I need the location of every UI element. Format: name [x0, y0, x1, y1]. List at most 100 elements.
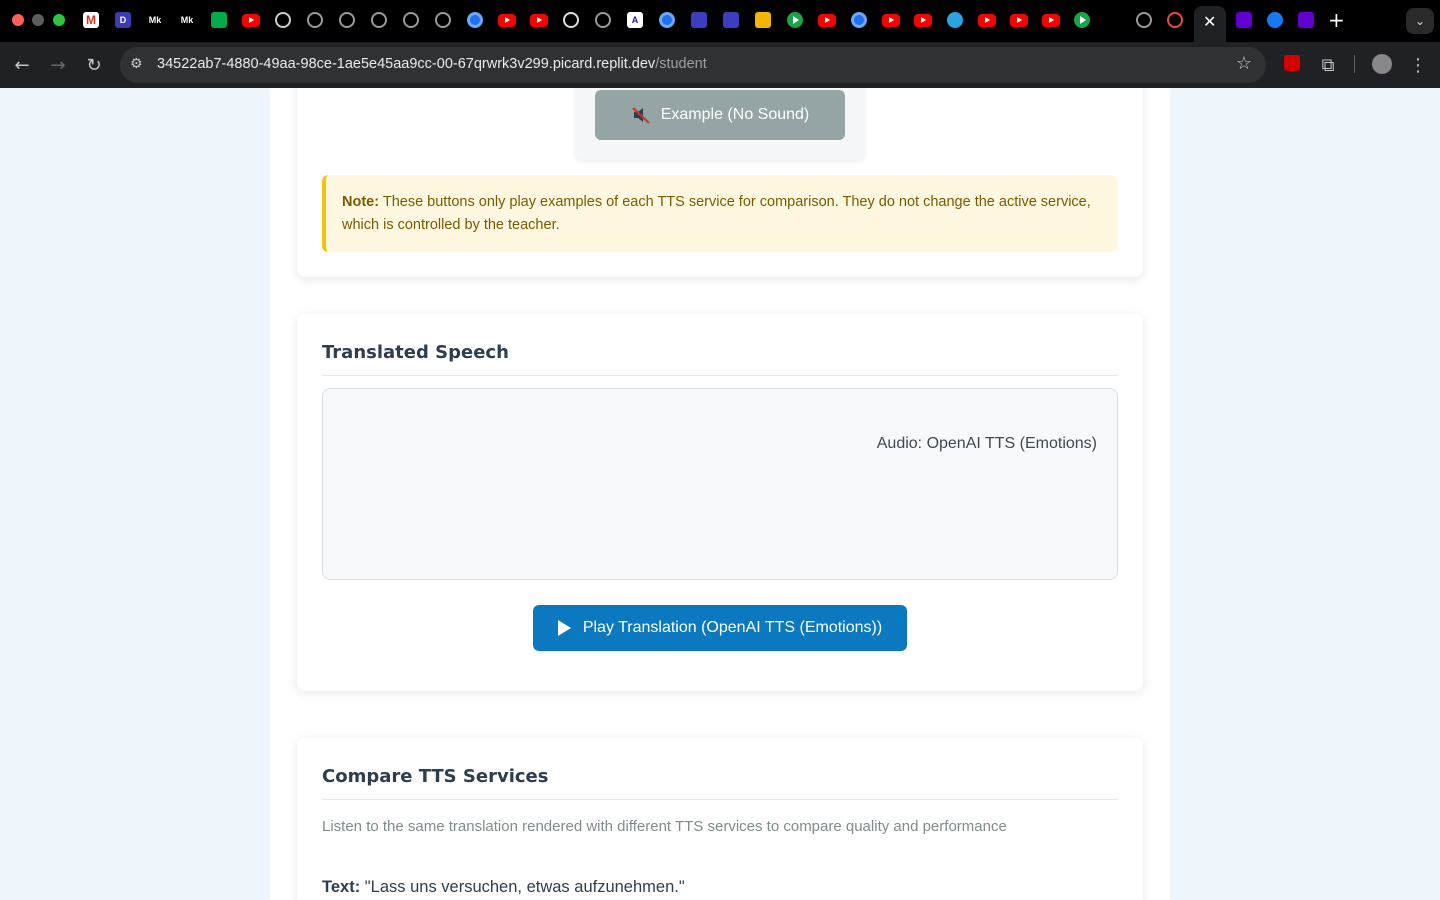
tab-globe-2[interactable]	[337, 10, 357, 30]
tab-d[interactable]: D	[113, 10, 133, 30]
youtube-icon	[1042, 13, 1060, 27]
tab-green-1[interactable]	[785, 10, 805, 30]
translated-speech-card: Translated Speech Audio: OpenAI TTS (Emo…	[297, 314, 1143, 691]
tab-openai[interactable]	[561, 10, 581, 30]
title-divider	[322, 799, 1118, 800]
tab-globe-7[interactable]	[1134, 10, 1154, 30]
text-label: Text:	[322, 878, 361, 896]
youtube-icon	[1010, 13, 1028, 27]
tab-globe-5[interactable]	[433, 10, 453, 30]
new-tab-button[interactable]: +	[1328, 8, 1345, 32]
example-service-box: Example (No Sound)	[575, 88, 865, 160]
back-button[interactable]: ←	[10, 53, 34, 77]
play-translation-button[interactable]: Play Translation (OpenAI TTS (Emotions))	[533, 605, 907, 651]
youtube-icon	[818, 13, 836, 27]
tts-examples-card: Example (No Sound) Note: These buttons o…	[297, 88, 1143, 277]
tab-youtube-8[interactable]	[1009, 10, 1029, 30]
close-window-button[interactable]	[12, 14, 24, 26]
tab-youtube-9[interactable]	[1041, 10, 1061, 30]
tab-globe-3[interactable]	[369, 10, 389, 30]
url-text[interactable]: 34522ab7-4880-49aa-98ce-1ae5e45aa9cc-00-…	[157, 56, 707, 72]
page-viewport: Example (No Sound) Note: These buttons o…	[0, 88, 1440, 900]
site-settings-icon[interactable]: ⚙	[130, 56, 143, 72]
reload-button[interactable]: ↻	[82, 53, 106, 77]
facebook-icon	[1267, 12, 1283, 28]
play-translation-label: Play Translation (OpenAI TTS (Emotions))	[582, 619, 883, 636]
extension-red-icon[interactable]	[1284, 55, 1300, 71]
tab-record[interactable]	[1165, 10, 1185, 30]
gmail-icon: M	[83, 12, 99, 28]
youtube-icon	[530, 13, 548, 27]
example-no-sound-button[interactable]: Example (No Sound)	[595, 90, 845, 140]
yahoo-icon	[1236, 12, 1252, 28]
muted-speaker-icon	[631, 105, 651, 125]
tab-youtube-2[interactable]	[497, 10, 517, 30]
globe-icon	[595, 12, 611, 28]
tab-facebook[interactable]	[1265, 10, 1285, 30]
menu-kebab-icon[interactable]: ⋮	[1406, 53, 1430, 77]
tab-active[interactable]: ✕	[1194, 6, 1226, 42]
tab-youtube-3[interactable]	[529, 10, 549, 30]
tab-slack[interactable]	[1103, 10, 1123, 30]
text-value: "Lass uns versuchen, etwas aufzunehmen."	[364, 878, 685, 896]
youtube-icon	[914, 13, 932, 27]
tab-yahoo-1[interactable]	[1234, 10, 1254, 30]
green-play-icon	[1074, 12, 1090, 28]
audio-service-label: Audio: OpenAI TTS (Emotions)	[876, 435, 1097, 452]
tab-stack-1[interactable]	[689, 10, 709, 30]
mk-icon: Mk	[179, 12, 195, 28]
tab-drive[interactable]	[753, 10, 773, 30]
stack-icon	[723, 12, 739, 28]
extensions-icon[interactable]: ⧉	[1316, 53, 1340, 77]
address-bar[interactable]: ⚙ 34522ab7-4880-49aa-98ce-1ae5e45aa9cc-0…	[120, 47, 1266, 83]
tab-globe-1[interactable]	[305, 10, 325, 30]
minimize-window-button[interactable]	[32, 14, 44, 26]
tab-stack-2[interactable]	[721, 10, 741, 30]
tab-globe-6[interactable]	[593, 10, 613, 30]
tab-youtube-6[interactable]	[913, 10, 933, 30]
tab-gmail[interactable]: M	[81, 10, 101, 30]
globe-icon	[307, 12, 323, 28]
maximize-window-button[interactable]	[53, 14, 65, 26]
youtube-icon	[978, 13, 996, 27]
translated-speech-title: Translated Speech	[322, 342, 509, 363]
main-container: Example (No Sound) Note: These buttons o…	[270, 88, 1170, 900]
tab-search-button[interactable]: ⌄	[1406, 8, 1434, 34]
tab-youtube-4[interactable]	[817, 10, 837, 30]
tab-meet[interactable]	[209, 10, 229, 30]
tab-mk-1[interactable]: Mk	[145, 10, 165, 30]
tab-smiley[interactable]	[273, 10, 293, 30]
tab-youtube-5[interactable]	[881, 10, 901, 30]
bookmark-star-icon[interactable]: ☆	[1236, 53, 1252, 74]
url-path: /student	[655, 56, 707, 72]
title-divider	[322, 375, 1118, 376]
tab-blue-1[interactable]	[465, 10, 485, 30]
globe-icon	[339, 12, 355, 28]
tab-blue-2[interactable]	[657, 10, 677, 30]
blue-circle-icon	[467, 12, 483, 28]
tab-globe-4[interactable]	[401, 10, 421, 30]
close-icon[interactable]: ✕	[1203, 12, 1216, 31]
globe-icon	[403, 12, 419, 28]
mk-icon: Mk	[147, 12, 163, 28]
stack-icon	[691, 12, 707, 28]
forward-button[interactable]: →	[46, 53, 70, 77]
blue-circle-icon	[659, 12, 675, 28]
note-label: Note:	[342, 194, 380, 210]
tab-green-2[interactable]	[1072, 10, 1092, 30]
smiley-icon	[275, 12, 291, 28]
tab-youtube-1[interactable]	[241, 10, 261, 30]
meet-icon	[211, 12, 227, 28]
youtube-icon	[882, 13, 900, 27]
tab-a[interactable]: A	[625, 10, 645, 30]
tab-yahoo-2[interactable]	[1296, 10, 1316, 30]
tab-telegram[interactable]	[945, 10, 965, 30]
profile-avatar[interactable]	[1372, 54, 1392, 74]
example-button-label: Example (No Sound)	[660, 106, 810, 123]
tab-blue-3[interactable]	[849, 10, 869, 30]
tab-mk-2[interactable]: Mk	[177, 10, 197, 30]
browser-toolbar: ← → ↻ ⚙ 34522ab7-4880-49aa-98ce-1ae5e45a…	[0, 42, 1440, 88]
tab-youtube-7[interactable]	[977, 10, 997, 30]
telegram-icon	[947, 12, 963, 28]
compare-text-line: Text: "Lass uns versuchen, etwas aufzune…	[322, 878, 685, 897]
